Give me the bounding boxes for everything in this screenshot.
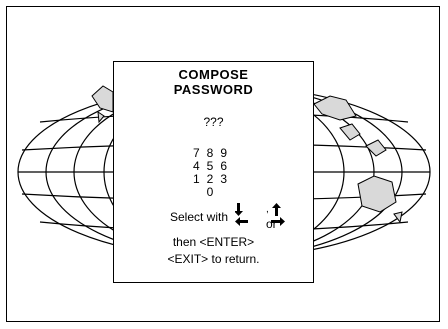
or-label: or [266,217,277,231]
exit-instruction: <EXIT> to return. [167,252,260,266]
dialog-title-line2: PASSWORD [173,82,254,97]
keypad-row-2: 456 [192,159,235,173]
enter-instruction: then <ENTER> [172,235,255,249]
select-instruction: Select with , or [114,203,313,231]
password-mask: ??? [203,115,224,129]
arrow-down-left-icon [235,203,248,226]
keypad-row-4: 0 [206,185,221,199]
comma-label: , [266,204,269,215]
keypad-row-1: 789 [192,146,235,160]
select-with-label: Select with [170,210,229,224]
dialog-title-line1: COMPOSE [178,67,249,82]
arrow-keys-icon [235,203,285,226]
compose-password-dialog: COMPOSE PASSWORD ??? 789 456 123 0 Selec… [113,61,314,283]
keypad-row-3: 123 [192,172,235,186]
